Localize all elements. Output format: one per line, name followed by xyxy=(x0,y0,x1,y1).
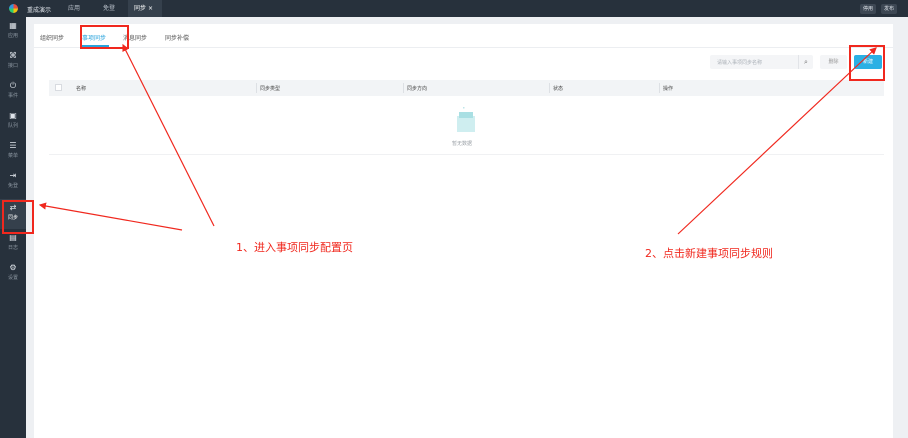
annotation-arrows xyxy=(38,43,877,235)
arrow-to-new xyxy=(677,47,877,235)
annotation-step2: 2、点击新建事项同步规则 xyxy=(645,247,773,260)
arrow-to-tab xyxy=(122,43,215,227)
annotation-step1: 1、进入事项同步配置页 xyxy=(236,241,353,254)
arrow-to-sidebar xyxy=(38,202,183,231)
